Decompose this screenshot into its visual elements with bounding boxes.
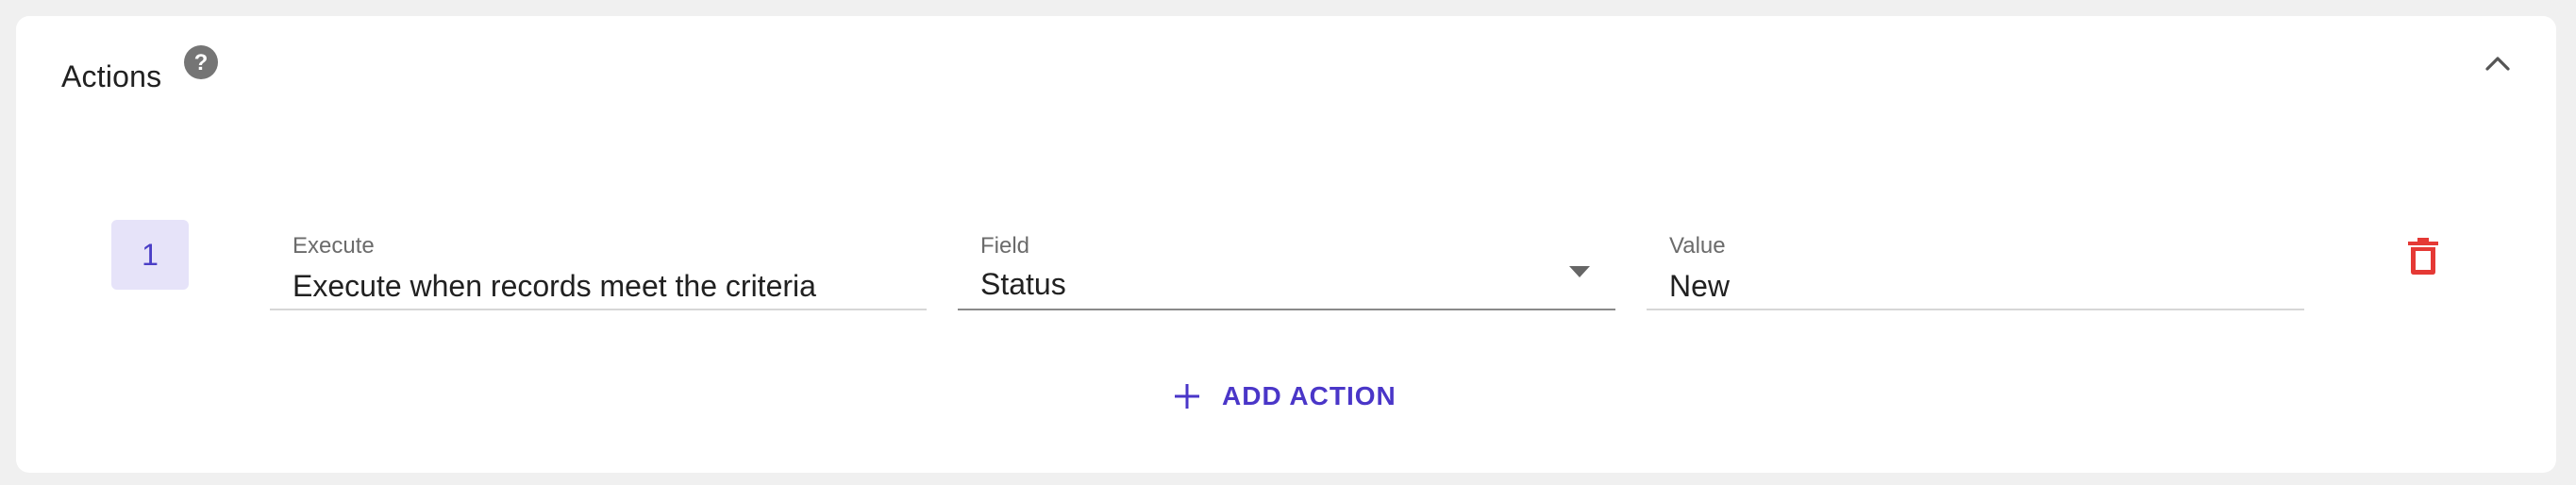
delete-action-button[interactable] [2401,235,2445,278]
svg-text:?: ? [194,50,209,75]
question-circle-icon[interactable]: ? [184,45,218,79]
field-select[interactable]: Field Status [958,205,1615,310]
add-action-button[interactable]: ADD ACTION [1173,373,1397,420]
add-action-label: ADD ACTION [1222,381,1397,410]
value-field[interactable]: Value New [1647,205,2304,310]
execute-value: Execute when records meet the criteria [293,269,816,303]
field-value: Status [980,267,1066,301]
value-label: Value [1669,233,1726,259]
execute-field[interactable]: Execute Execute when records meet the cr… [270,205,927,310]
execute-label: Execute [293,233,375,259]
section-title: Actions [61,59,162,93]
plus-icon [1175,384,1199,409]
chevron-up-icon [2485,57,2510,71]
field-label: Field [980,233,1030,259]
collapse-button[interactable] [2477,42,2518,84]
action-row: 1 Execute Execute when records meet the … [16,205,2556,327]
dropdown-arrow-icon[interactable] [1568,265,1591,278]
value-value: New [1669,269,1731,303]
actions-header: Actions ? [16,16,2556,110]
step-number-badge: 1 [111,220,189,290]
trash-icon [2408,238,2438,275]
actions-panel: Actions ? 1 Execute Execute when records… [16,16,2556,473]
